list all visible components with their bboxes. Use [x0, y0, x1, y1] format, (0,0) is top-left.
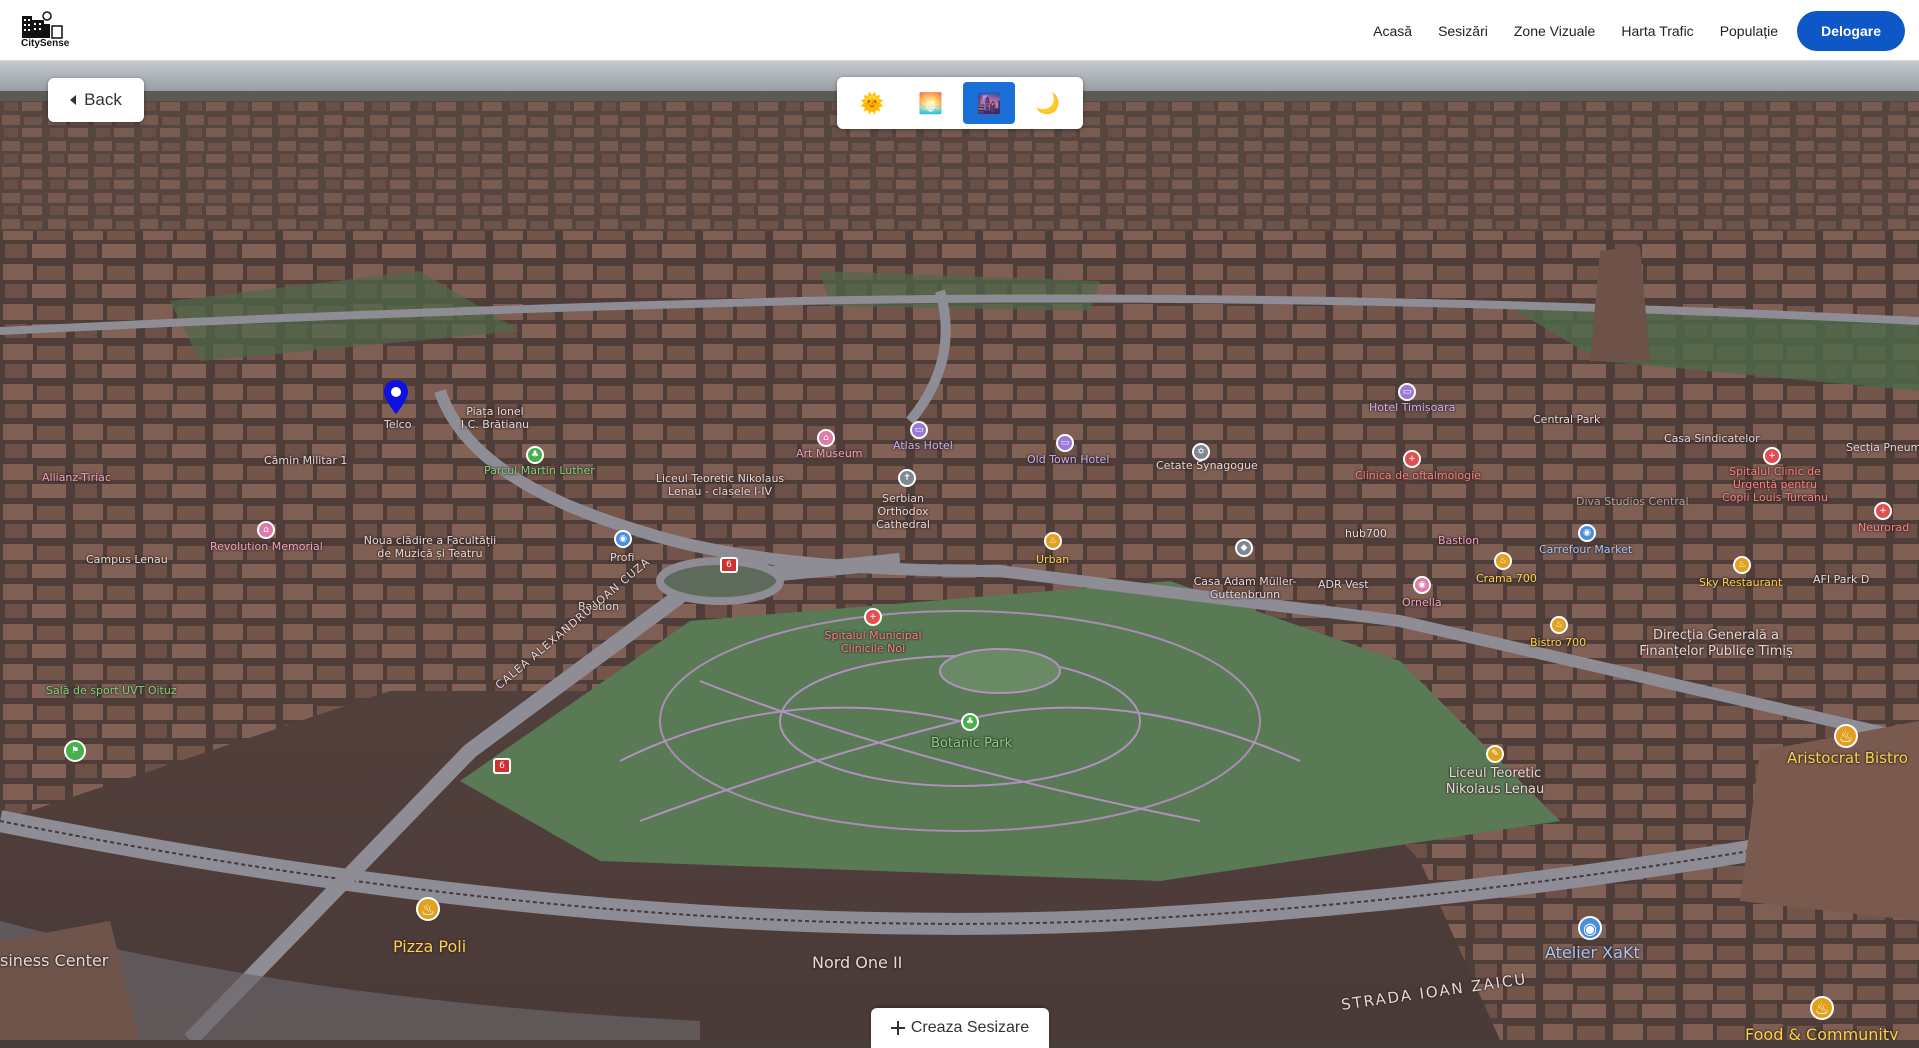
map-canvas[interactable]: ♣ ⌂ ◉ ⌂ ▭ ✝ ▭ ♨ + ♣ ✡ ▭ + ◆ ◉ ♨ ♨ ◉ ♨ + … [0, 61, 1919, 1040]
label-campus: Campus Lenau [86, 553, 168, 566]
poi-sport-icon[interactable]: ⚑ [64, 740, 86, 762]
poi-restaurant-icon[interactable]: ♨ [1810, 996, 1834, 1020]
poi-road-sign-icon[interactable]: 6 [720, 557, 738, 573]
label-aristocrat: Aristocrat Bistro [1787, 749, 1908, 767]
back-arrow-icon [70, 95, 77, 105]
label-hub700: hub700 [1345, 527, 1387, 540]
time-of-day-switcher: 🌞 🌅 🌆 🌙 [837, 77, 1083, 129]
label-spitalul-clinic: Spitalul Clinic de Urgență pentru Copii … [1722, 465, 1828, 505]
plus-icon [890, 1021, 905, 1035]
label-ornella: Ornella [1402, 596, 1442, 609]
poi-hotel-icon[interactable]: ▭ [1398, 383, 1416, 401]
label-camin: Cămin Militar 1 [264, 454, 348, 467]
label-nord: Nord One II [812, 953, 903, 972]
poi-park-icon[interactable]: ♣ [526, 446, 544, 464]
dawn-icon[interactable]: 🌅 [905, 82, 957, 124]
label-hotel-timisoara: Hotel Timișoara [1369, 401, 1456, 414]
poi-museum-icon[interactable]: ⌂ [257, 521, 275, 539]
poi-hospital-icon[interactable]: + [1763, 447, 1781, 465]
label-parcul: Parcul Martin Luther [484, 464, 595, 477]
back-button[interactable]: Back [48, 78, 144, 122]
label-sala: Sală de sport UVT Oituz [46, 684, 177, 697]
label-revolution: Revolution Memorial [210, 540, 323, 553]
poi-restaurant-icon[interactable]: ♨ [1044, 532, 1062, 550]
label-casa-adam: Casa Adam Müller-Guttenbrunn [1193, 575, 1297, 602]
nav-link-sesizari[interactable]: Sesizări [1425, 12, 1501, 50]
label-bistro: Bistro 700 [1530, 636, 1587, 649]
poi-shop-icon[interactable]: ◉ [1413, 576, 1431, 594]
label-urban: Urban [1036, 553, 1070, 566]
label-neurorad: Neurorad [1858, 521, 1910, 534]
poi-church-icon[interactable]: ✝ [898, 469, 916, 487]
nav-link-acasa[interactable]: Acasă [1360, 12, 1425, 50]
poi-shop-icon[interactable]: ◉ [1578, 916, 1602, 940]
nav-link-zone-vizuale[interactable]: Zone Vizuale [1501, 12, 1608, 50]
label-diva: Diva Studios Central [1576, 495, 1689, 508]
nav-links: Acasă Sesizări Zone Vizuale Harta Trafic… [1360, 11, 1905, 51]
label-sectia: Secția Pneumo [1846, 441, 1919, 454]
create-report-button[interactable]: Creaza Sesizare [871, 1008, 1049, 1048]
label-cetate: Cetate Synagogue [1156, 459, 1258, 472]
poi-hospital-icon[interactable]: + [1874, 502, 1892, 520]
label-directia: Direcția Generală a Finanțelor Publice T… [1639, 628, 1793, 659]
label-pizza: Pizza Poli [393, 937, 467, 956]
label-spitalul: Spitalul Municipal Clinicile Noi [824, 629, 922, 656]
label-telco: Telco [384, 418, 412, 431]
create-report-label: Creaza Sesizare [910, 1019, 1030, 1036]
brand-name: CitySense [21, 38, 70, 49]
label-art-museum: Art Museum [796, 447, 863, 460]
poi-hospital-icon[interactable]: + [864, 608, 882, 626]
label-atlas: Atlas Hotel [893, 439, 953, 452]
poi-road-sign-icon[interactable]: 6 [493, 758, 511, 774]
label-adr-vest: ADR Vest [1318, 578, 1369, 591]
label-botanic: Botanic Park [931, 736, 1013, 751]
day-icon[interactable]: 🌞 [846, 82, 898, 124]
label-afi: AFI Park D [1813, 573, 1870, 586]
poi-school-icon[interactable]: ✎ [1486, 745, 1504, 763]
dusk-icon[interactable]: 🌆 [963, 82, 1016, 124]
poi-restaurant-icon[interactable]: ♨ [1733, 556, 1751, 574]
label-serbian: Serbian Orthodox Cathedral [876, 492, 930, 532]
poi-shop-icon[interactable]: ◉ [1578, 524, 1596, 542]
label-central-park: Central Park [1533, 413, 1601, 426]
label-sky: Sky Restaurant [1699, 576, 1783, 589]
label-liceu-nikolaus: Liceul Teoretic Nikolaus Lenau - clasele… [655, 472, 785, 499]
label-crama: Crama 700 [1476, 572, 1537, 585]
poi-hotel-icon[interactable]: ▭ [910, 421, 928, 439]
poi-park-icon[interactable]: ♣ [961, 713, 979, 731]
poi-restaurant-icon[interactable]: ♨ [1550, 616, 1568, 634]
nav-link-harta-trafic[interactable]: Harta Trafic [1608, 12, 1706, 50]
poi-synagogue-icon[interactable]: ✡ [1192, 443, 1210, 461]
night-icon[interactable]: 🌙 [1022, 82, 1074, 124]
navbar: CitySense Acasă Sesizări Zone Vizuale Ha… [0, 0, 1919, 61]
poi-restaurant-icon[interactable]: ♨ [1494, 552, 1512, 570]
poi-museum-icon[interactable]: ⌂ [817, 429, 835, 447]
label-allianz: Allianz-Tiriac [42, 471, 111, 484]
label-carrefour: Carrefour Market [1539, 543, 1633, 556]
back-label: Back [84, 90, 122, 109]
location-pin-icon[interactable] [384, 380, 408, 414]
label-clinica: Clinica de oftalmologie [1355, 469, 1481, 482]
label-old-town: Old Town Hotel [1027, 453, 1110, 466]
label-food: Food & Community [1745, 1025, 1899, 1040]
nav-link-populatie[interactable]: Populație [1707, 12, 1791, 50]
poi-hotel-icon[interactable]: ▭ [1056, 434, 1074, 452]
logout-button[interactable]: Delogare [1797, 11, 1905, 51]
poi-restaurant-icon[interactable]: ♨ [1834, 724, 1858, 748]
poi-restaurant-icon[interactable]: ♨ [416, 897, 440, 921]
label-casa-sindicatelor: Casa Sindicatelor [1664, 432, 1760, 445]
label-noua: Noua clădire a Facultății de Muzică și T… [363, 534, 497, 561]
label-atelier: Atelier XaKt [1545, 943, 1640, 962]
label-profi: Profi [610, 551, 635, 564]
poi-hospital-icon[interactable]: + [1403, 450, 1421, 468]
poi-shop-icon[interactable]: ◉ [614, 530, 632, 548]
label-bastion-2: Bastion [1438, 534, 1480, 547]
label-business: siness Center [0, 951, 109, 970]
label-liceul-teoretic: Liceul Teoretic Nikolaus Lenau [1445, 766, 1545, 797]
poi-monument-icon[interactable]: ◆ [1235, 539, 1253, 557]
label-plata: Piața Ionel I.C. Brătianu [460, 405, 530, 432]
